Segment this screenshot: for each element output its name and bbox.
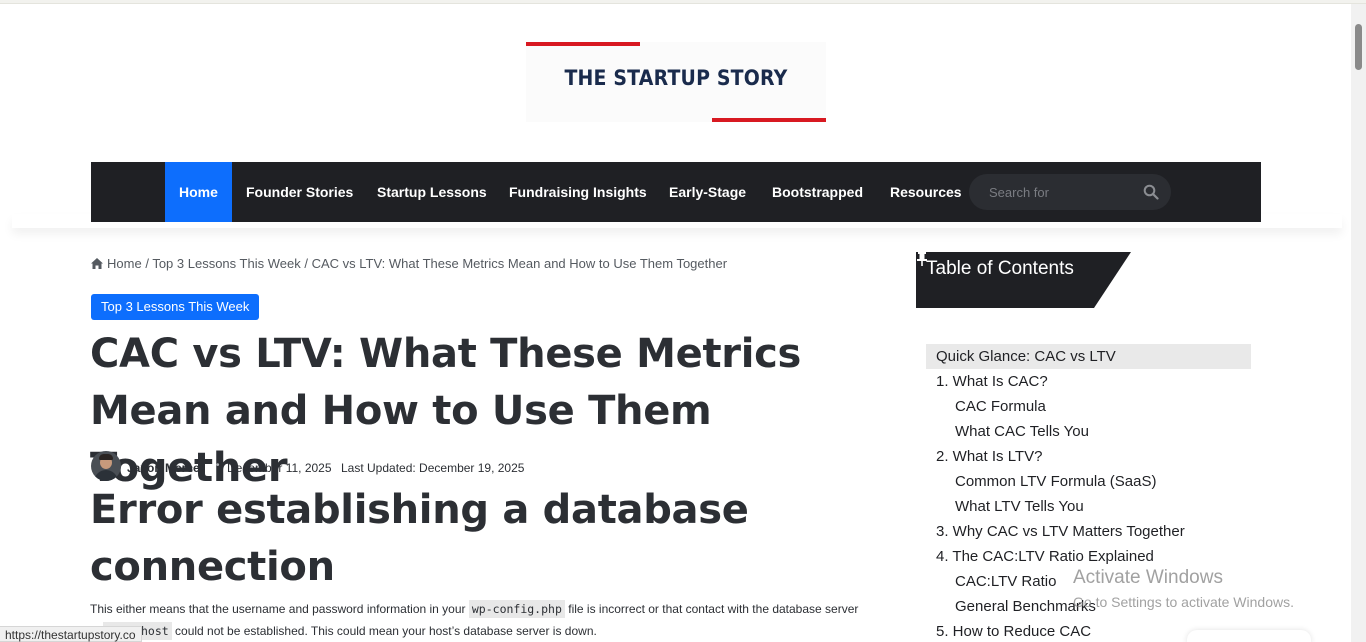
main-nav: Home Founder Stories Startup Lessons Fun… xyxy=(91,162,1261,222)
nav-item-startup-lessons[interactable]: Startup Lessons xyxy=(377,162,487,222)
status-bar-url: https://thestartupstory.co xyxy=(0,626,142,642)
nav-item-home[interactable]: Home xyxy=(165,162,232,222)
toc-item[interactable]: What CAC Tells You xyxy=(926,419,1251,444)
logo-accent-bar-top xyxy=(526,42,640,46)
search-box xyxy=(969,174,1171,210)
breadcrumb-category[interactable]: Top 3 Lessons This Week xyxy=(152,256,300,271)
pin-icon[interactable] xyxy=(916,252,928,266)
toc-item[interactable]: Common LTV Formula (SaaS) xyxy=(926,469,1251,494)
error-text-1: This either means that the username and … xyxy=(90,602,466,616)
breadcrumb-current: CAC vs LTV: What These Metrics Mean and … xyxy=(311,256,728,271)
breadcrumb-separator: / xyxy=(304,256,308,271)
breadcrumb: Home / Top 3 Lessons This Week / CAC vs … xyxy=(91,256,727,271)
nav-item-founder-stories[interactable]: Founder Stories xyxy=(246,162,353,222)
author-avatar[interactable] xyxy=(91,451,121,481)
meta-separator-dot: • xyxy=(216,460,220,471)
toc-item[interactable]: What LTV Tells You xyxy=(926,494,1251,519)
nav-item-bootstrapped[interactable]: Bootstrapped xyxy=(772,162,863,222)
toc-title: Table of Contents xyxy=(926,258,1074,279)
breadcrumb-separator: / xyxy=(145,256,149,271)
home-icon xyxy=(91,258,103,269)
logo-text: THE STARTUP STORY xyxy=(564,66,788,90)
toc-item[interactable]: 3. Why CAC vs LTV Matters Together xyxy=(926,519,1251,544)
search-icon[interactable] xyxy=(1143,184,1159,200)
toc-header: Table of Contents xyxy=(916,252,1131,308)
search-input[interactable] xyxy=(989,174,1139,210)
site-logo[interactable]: THE STARTUP STORY xyxy=(526,42,826,122)
toc-item[interactable]: CAC Formula xyxy=(926,394,1251,419)
toc-item[interactable]: Quick Glance: CAC vs LTV xyxy=(926,344,1251,369)
floating-widget-edge[interactable] xyxy=(1187,630,1311,642)
author-name[interactable]: Jaxon Mercer xyxy=(127,461,204,475)
scrollbar-thumb[interactable] xyxy=(1355,24,1362,70)
toc-item[interactable]: 4. The CAC:LTV Ratio Explained xyxy=(926,544,1251,569)
error-code-config: wp-config.php xyxy=(468,600,565,618)
nav-item-early-stage[interactable]: Early-Stage xyxy=(669,162,746,222)
category-badge[interactable]: Top 3 Lessons This Week xyxy=(91,294,260,320)
nav-item-resources[interactable]: Resources xyxy=(890,162,962,222)
browser-top-strip xyxy=(0,0,1366,4)
activate-windows-title: Activate Windows xyxy=(1073,567,1223,588)
post-updated-date: Last Updated: December 19, 2025 xyxy=(341,461,525,475)
activate-windows-subtitle: Go to Settings to activate Windows. xyxy=(1073,594,1294,610)
breadcrumb-home[interactable]: Home xyxy=(107,256,142,271)
post-date: December 11, 2025 xyxy=(227,461,332,475)
page-scrollbar[interactable] xyxy=(1351,4,1366,642)
error-message: This either means that the username and … xyxy=(90,598,870,642)
nav-item-fundraising-insights[interactable]: Fundraising Insights xyxy=(509,162,647,222)
error-title: Error establishing a database connection xyxy=(90,487,749,590)
error-text-3: could not be established. This could mea… xyxy=(175,624,597,638)
logo-accent-bar-bottom xyxy=(712,118,826,122)
toc-item[interactable]: 1. What Is CAC? xyxy=(926,369,1251,394)
toc-item[interactable]: 2. What Is LTV? xyxy=(926,444,1251,469)
